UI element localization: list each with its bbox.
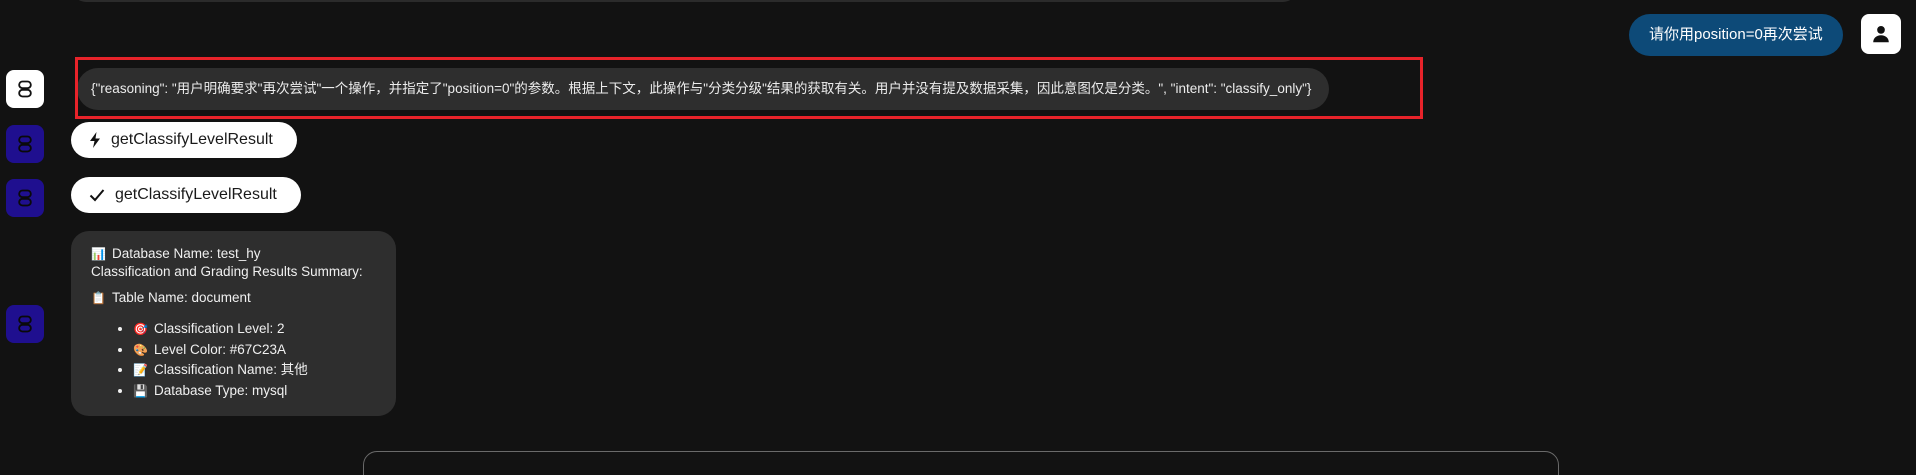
chat-input-box[interactable]	[363, 451, 1559, 475]
list-item: 💾Database Type: mysql	[133, 381, 376, 402]
list-item: 🎯Classification Level: 2	[133, 319, 376, 340]
bar-chart-icon: 📊	[91, 247, 106, 261]
floppy-disk-icon: 💾	[133, 383, 148, 398]
tool-call-label: getClassifyLevelResult	[111, 131, 273, 148]
list-item: 📝Classification Name: 其他	[133, 360, 376, 381]
result-list: 🎯Classification Level: 2 🎨Level Color: #…	[91, 319, 376, 401]
clipboard-icon: 📋	[91, 291, 106, 305]
assistant-avatar	[6, 125, 44, 163]
previous-message-edge	[72, 0, 1297, 2]
classification-result-card: 📊 Database Name: test_hy Classification a…	[71, 231, 396, 416]
assistant-avatar	[6, 305, 44, 343]
list-item: 🎨Level Color: #67C23A	[133, 340, 376, 361]
robot-icon	[18, 315, 32, 333]
assistant-avatar	[6, 179, 44, 217]
database-name-line: 📊 Database Name: test_hy	[91, 246, 261, 261]
chat-page: 请你用position=0再次尝试 {"reasoning": "用户明确要求"	[0, 0, 1916, 475]
tool-call-running-pill[interactable]: getClassifyLevelResult	[71, 122, 297, 158]
robot-icon	[18, 80, 32, 98]
highlight-annotation-box	[75, 57, 1423, 119]
user-message-bubble: 请你用position=0再次尝试	[1629, 14, 1843, 56]
robot-icon	[18, 189, 32, 207]
user-avatar[interactable]	[1861, 14, 1901, 54]
table-name-line: 📋 Table Name: document	[91, 290, 251, 305]
summary-heading: Classification and Grading Results Summa…	[91, 264, 363, 279]
check-icon	[89, 189, 105, 202]
tool-call-label: getClassifyLevelResult	[115, 186, 277, 203]
lightning-icon	[90, 132, 100, 148]
person-icon	[1873, 26, 1889, 43]
palette-icon: 🎨	[133, 342, 148, 357]
target-icon: 🎯	[133, 322, 148, 336]
tool-call-done-pill[interactable]: getClassifyLevelResult	[71, 177, 301, 213]
robot-icon	[18, 135, 32, 153]
assistant-avatar	[6, 70, 44, 108]
memo-icon: 📝	[133, 363, 148, 377]
